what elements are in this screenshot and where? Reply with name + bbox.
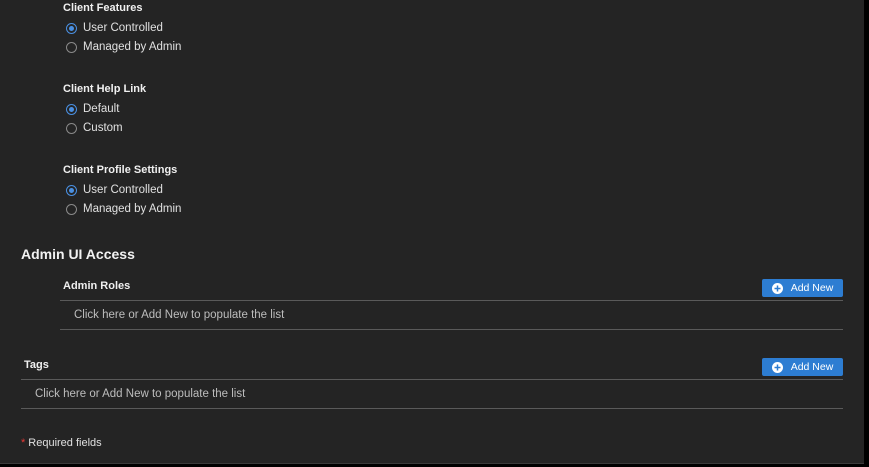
button-label: Add New (790, 361, 834, 373)
client-help-link-title: Client Help Link (63, 83, 147, 95)
client-profile-settings-option-user-controlled[interactable]: User Controlled (66, 182, 163, 198)
admin-roles-label: Admin Roles (63, 280, 131, 292)
admin-roles-add-new-button[interactable]: Add New (762, 279, 843, 297)
plus-circle-icon (771, 361, 783, 373)
admin-roles-empty-placeholder[interactable]: Click here or Add New to populate the li… (74, 309, 284, 321)
button-label: Add New (790, 282, 834, 294)
tags-bottom-divider (21, 408, 843, 409)
plus-circle-icon (771, 282, 783, 294)
radio-label: Default (83, 103, 120, 115)
client-features-option-user-controlled[interactable]: User Controlled (66, 20, 163, 36)
tags-empty-placeholder[interactable]: Click here or Add New to populate the li… (35, 388, 245, 400)
radio-label: Managed by Admin (83, 203, 182, 215)
radio-checked-icon[interactable] (66, 103, 77, 115)
admin-ui-access-title: Admin UI Access (21, 246, 135, 262)
required-fields-note: * Required fields (21, 437, 102, 449)
tags-label: Tags (24, 359, 49, 371)
radio-checked-icon[interactable] (66, 184, 77, 196)
radio-unchecked-icon[interactable] (66, 41, 77, 53)
admin-roles-bottom-divider (60, 329, 843, 330)
required-fields-text: Required fields (28, 437, 102, 449)
client-features-option-managed-by-admin[interactable]: Managed by Admin (66, 39, 181, 55)
radio-label: User Controlled (83, 22, 163, 34)
client-profile-settings-title: Client Profile Settings (63, 164, 178, 176)
radio-label: User Controlled (83, 184, 163, 196)
radio-label: Custom (83, 122, 123, 134)
radio-label: Managed by Admin (83, 41, 182, 53)
required-star: * (21, 437, 26, 449)
client-help-link-option-custom[interactable]: Custom (66, 120, 123, 136)
radio-unchecked-icon[interactable] (66, 122, 77, 134)
radio-checked-icon[interactable] (66, 22, 77, 34)
client-profile-settings-option-managed-by-admin[interactable]: Managed by Admin (66, 201, 181, 217)
admin-roles-top-divider (60, 300, 843, 301)
client-features-title: Client Features (63, 2, 143, 14)
settings-panel: Client Features User Controlled Managed … (0, 0, 864, 464)
tags-add-new-button[interactable]: Add New (762, 358, 843, 376)
client-help-link-option-default[interactable]: Default (66, 101, 119, 117)
radio-unchecked-icon[interactable] (66, 203, 77, 215)
tags-top-divider (21, 379, 843, 380)
